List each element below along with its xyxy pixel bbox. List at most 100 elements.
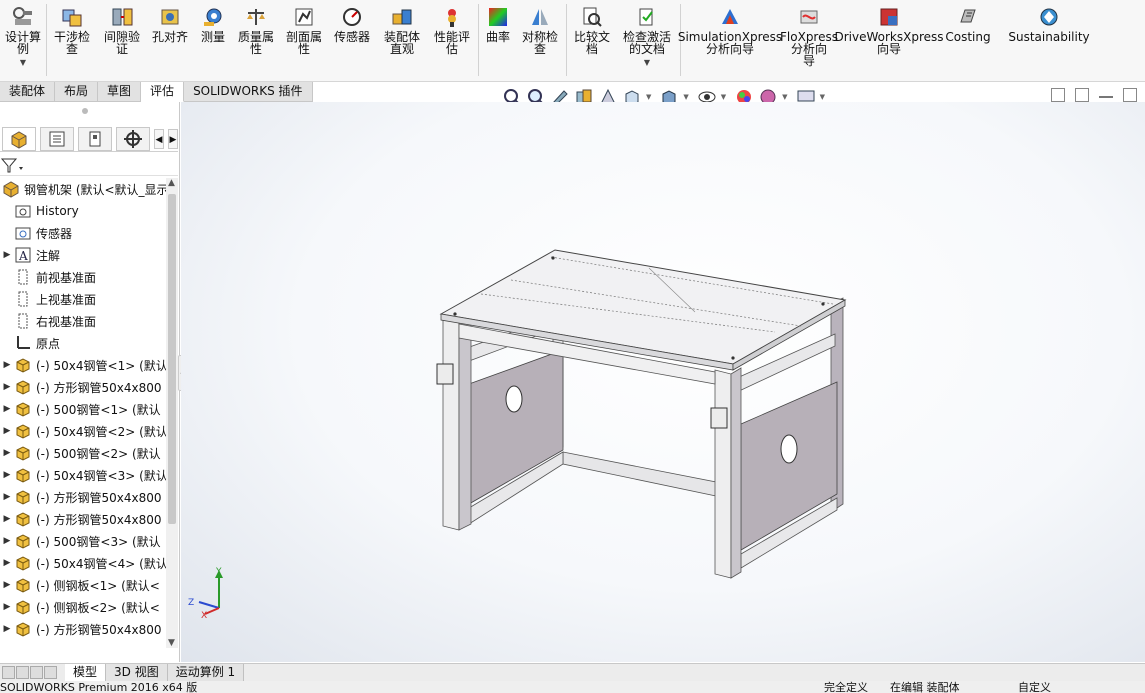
measure-button[interactable]: 测量: [196, 6, 230, 43]
symmetry-check-button[interactable]: 对称检 查: [518, 6, 562, 55]
expand-arrow-icon[interactable]: ▶: [0, 558, 14, 568]
tree-node[interactable]: ▶ (-) 500钢管<2> (默认: [0, 442, 166, 464]
tab-sketch[interactable]: 草图: [98, 82, 142, 102]
chevron-down-icon[interactable]: ▼: [721, 93, 726, 101]
tab-next-icon[interactable]: [30, 666, 43, 679]
tree-node[interactable]: ▶ (-) 方形钢管50x4x800: [0, 508, 166, 530]
steel-frame-model[interactable]: Y Z X: [181, 102, 1145, 662]
tree-node[interactable]: 右视基准面: [0, 310, 166, 332]
tab-first-icon[interactable]: [2, 666, 15, 679]
chevron-down-icon[interactable]: ▼: [782, 93, 787, 101]
sustainability-button[interactable]: Sustainability: [1008, 6, 1090, 43]
tree-node-label: (-) 50x4钢管<1> (默认: [36, 358, 166, 373]
tree-node[interactable]: ▶ (-) 侧钢板<2> (默认<: [0, 596, 166, 618]
bottom-tab-3d-views[interactable]: 3D 视图: [106, 663, 168, 682]
tree-node[interactable]: 上视基准面: [0, 288, 166, 310]
expand-arrow-icon[interactable]: ▶: [0, 250, 14, 260]
dimxpertmanager-tab-icon[interactable]: [116, 126, 150, 151]
mass-properties-button[interactable]: 质量属 性: [234, 6, 278, 55]
expand-arrow-icon[interactable]: ▶: [0, 536, 14, 546]
performance-evaluation-button[interactable]: 性能评 估: [430, 6, 474, 55]
floxpress-button[interactable]: FloXpress 分析向 导: [780, 6, 838, 67]
expand-arrow-icon[interactable]: ▶: [0, 470, 14, 480]
restore-icon[interactable]: [1123, 88, 1137, 102]
expand-arrow-icon[interactable]: ▶: [0, 448, 14, 458]
expand-arrow-icon[interactable]: ▶: [0, 624, 14, 634]
tab-prev-icon[interactable]: [16, 666, 29, 679]
check-active-document-button[interactable]: 检查激活 的文档 ▼: [618, 6, 676, 69]
chevron-down-icon[interactable]: ▼: [683, 93, 688, 101]
tree-vertical-scrollbar[interactable]: ▲ ▼: [166, 178, 178, 648]
scroll-up-icon[interactable]: ▲: [168, 178, 175, 188]
expand-arrow-icon[interactable]: ▶: [0, 404, 14, 414]
status-units[interactable]: 自定义: [1018, 681, 1051, 693]
tab-evaluate[interactable]: 评估: [141, 82, 185, 102]
tree-node[interactable]: 原点: [0, 332, 166, 354]
tree-node[interactable]: ▶ (-) 侧钢板<1> (默认<: [0, 574, 166, 596]
sensor-button[interactable]: 传感器: [330, 6, 374, 43]
expand-arrow-icon[interactable]: ▶: [0, 492, 14, 502]
tree-node-label: (-) 500钢管<2> (默认: [36, 446, 161, 461]
tree-node[interactable]: ▶ (-) 50x4钢管<2> (默认: [0, 420, 166, 442]
tree-node[interactable]: 前视基准面: [0, 266, 166, 288]
expand-arrow-icon[interactable]: ▶: [0, 580, 14, 590]
tree-node[interactable]: ▶ (-) 方形钢管50x4x800: [0, 376, 166, 398]
tree-node[interactable]: ▶ A 注解: [0, 244, 166, 266]
simulationxpress-button[interactable]: SimulationXpress 分析向导: [678, 6, 782, 55]
scroll-down-icon[interactable]: ▼: [168, 638, 175, 648]
command-manager-tabs: 装配体 布局 草图 评估 SOLIDWORKS 插件: [0, 82, 313, 102]
tree-node[interactable]: ▶ (-) 50x4钢管<3> (默认: [0, 464, 166, 486]
chevron-down-icon[interactable]: ▼: [646, 93, 651, 101]
graphics-area[interactable]: Y Z X: [181, 102, 1145, 662]
chevron-down-icon[interactable]: ▼: [20, 57, 26, 69]
annotation-icon: A: [14, 246, 32, 264]
interference-check-button[interactable]: 干涉检 查: [50, 6, 94, 55]
tree-node[interactable]: ▶ (-) 50x4钢管<1> (默认: [0, 354, 166, 376]
expand-arrow-icon[interactable]: ▶: [0, 602, 14, 612]
clearance-verify-button[interactable]: 间隙验 证: [100, 6, 144, 55]
tree-node[interactable]: ▶ (-) 500钢管<3> (默认: [0, 530, 166, 552]
simulationxpress-icon: [719, 6, 741, 28]
tree-node[interactable]: History: [0, 200, 166, 222]
tab-solidworks-addins[interactable]: SOLIDWORKS 插件: [184, 82, 313, 102]
driveworksxpress-button[interactable]: DriveWorksXpress 向导: [834, 6, 944, 55]
section-properties-button[interactable]: 剖面属 性: [282, 6, 326, 55]
minimize-icon[interactable]: [1099, 88, 1113, 98]
tab-scroll-left-icon[interactable]: ◀: [154, 128, 164, 149]
scrollbar-thumb[interactable]: [168, 194, 176, 524]
assembly-visualization-button[interactable]: 装配体 直观: [378, 6, 426, 55]
featuremanager-tab-icon[interactable]: [2, 126, 36, 151]
tree-node-label: (-) 50x4钢管<3> (默认: [36, 468, 166, 483]
measure-icon: [202, 6, 224, 28]
tab-last-icon[interactable]: [44, 666, 57, 679]
chevron-down-icon[interactable]: ▼: [820, 93, 825, 101]
bottom-tab-model[interactable]: 模型: [65, 663, 107, 682]
tab-scroll-right-icon[interactable]: ▶: [168, 128, 178, 149]
hole-alignment-button[interactable]: 孔对齐: [150, 6, 190, 43]
expand-arrow-icon[interactable]: ▶: [0, 382, 14, 392]
expand-arrow-icon[interactable]: ▶: [0, 360, 14, 370]
filter-icon[interactable]: [0, 155, 26, 175]
curvature-button[interactable]: 曲率: [482, 6, 514, 43]
tile-right-icon[interactable]: [1075, 88, 1089, 102]
tile-left-icon[interactable]: [1051, 88, 1065, 102]
tree-node[interactable]: ▶ (-) 500钢管<1> (默认: [0, 398, 166, 420]
tree-node[interactable]: ▶ (-) 50x4钢管<4> (默认: [0, 552, 166, 574]
mass-properties-icon: [245, 6, 267, 28]
tree-root-assembly[interactable]: 钢管机架 (默认<默认_显示: [0, 178, 166, 200]
tab-assembly[interactable]: 装配体: [0, 82, 56, 102]
tab-layout[interactable]: 布局: [55, 82, 99, 102]
chevron-down-icon[interactable]: ▼: [644, 57, 650, 69]
compare-documents-button[interactable]: 比较文 档: [570, 6, 614, 55]
configurationmanager-tab-icon[interactable]: [78, 126, 112, 151]
design-study-button[interactable]: 设计算 例 ▼: [2, 6, 44, 69]
tree-node[interactable]: ▶ (-) 方形钢管50x4x800: [0, 618, 166, 640]
expand-arrow-icon[interactable]: ▶: [0, 514, 14, 524]
costing-button[interactable]: Costing: [944, 6, 992, 43]
tree-node[interactable]: ▶ (-) 方形钢管50x4x800: [0, 486, 166, 508]
expand-arrow-icon[interactable]: ▶: [0, 426, 14, 436]
bottom-tab-motion-study[interactable]: 运动算例 1: [167, 663, 245, 682]
tree-node[interactable]: 传感器: [0, 222, 166, 244]
panel-grip-handle[interactable]: [82, 108, 88, 114]
propertymanager-tab-icon[interactable]: [40, 126, 74, 151]
